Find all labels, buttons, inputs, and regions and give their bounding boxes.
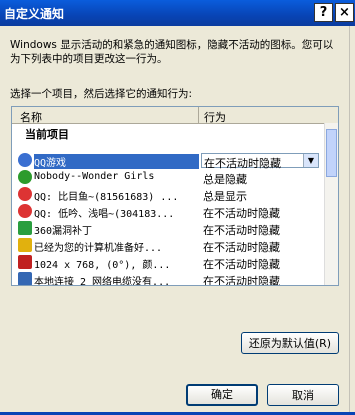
list-rows: QQ游戏 在不活动时隐藏 ▼ Nobody--Wonder Girls 总是隐藏 QQ: …	[12, 152, 324, 286]
list-header: 名称 行为	[12, 107, 338, 124]
item-behavior: 在不活动时隐藏	[203, 275, 280, 286]
description-text: Windows 显示活动的和紧急的通知图标，隐藏不活动的图标。您可以为下列表中的…	[10, 39, 334, 65]
window-title: 自定义通知	[4, 7, 65, 21]
ok-button[interactable]: 确定	[186, 384, 258, 406]
item-behavior: 总是隐藏	[203, 173, 247, 186]
item-behavior: 在不活动时隐藏	[203, 258, 280, 271]
title-bar: 自定义通知 ? ×	[0, 0, 355, 26]
item-name: Nobody--Wonder Girls	[34, 171, 155, 182]
list-item[interactable]: 本地连接 2 网络电缆没有... 在不活动时隐藏	[12, 271, 324, 286]
item-name: 1024 x 768, (0°), 颜...	[34, 260, 171, 271]
qq-penguin-icon	[18, 204, 32, 218]
item-behavior: 在不活动时隐藏	[203, 207, 280, 220]
shield-icon	[18, 221, 32, 235]
window-right-edge	[349, 26, 355, 415]
close-button[interactable]: ×	[335, 3, 354, 22]
list-item[interactable]: QQ游戏 在不活动时隐藏 ▼	[12, 152, 324, 170]
cancel-button[interactable]: 取消	[267, 384, 339, 406]
qq-game-icon	[18, 153, 32, 167]
item-name: QQ: 比目鱼~(81561683) ...	[34, 192, 179, 203]
column-divider[interactable]	[198, 107, 199, 123]
item-name: QQ游戏	[34, 154, 199, 169]
column-header-name[interactable]: 名称	[20, 109, 42, 125]
item-name: 360漏洞补丁	[34, 226, 93, 237]
group-label: 当前项目	[25, 128, 69, 141]
list-item[interactable]: 已经为您的计算机准备好... 在不活动时隐藏	[12, 237, 324, 254]
prompt-text: 选择一个项目，然后选择它的通知行为:	[10, 88, 193, 100]
chevron-down-icon[interactable]: ▼	[303, 154, 318, 167]
network-icon	[18, 272, 32, 285]
scrollbar-thumb[interactable]	[326, 129, 337, 177]
list-item[interactable]: QQ: 低吟、浅唱~(304183... 在不活动时隐藏	[12, 203, 324, 220]
item-name: 本地连接 2 网络电缆没有...	[34, 277, 171, 286]
update-icon	[18, 238, 32, 252]
list-item[interactable]: 360漏洞补丁 在不活动时隐藏	[12, 220, 324, 237]
vertical-scrollbar[interactable]	[324, 123, 338, 285]
item-behavior: 在不活动时隐藏	[203, 224, 280, 237]
restore-defaults-button[interactable]: 还原为默认值(R)	[241, 332, 339, 354]
item-behavior: 总是显示	[203, 190, 247, 203]
list-item[interactable]: QQ: 比目鱼~(81561683) ... 总是显示	[12, 186, 324, 203]
item-name: QQ: 低吟、浅唱~(304183...	[34, 209, 175, 220]
list-item[interactable]: 1024 x 768, (0°), 颜... 在不活动时隐藏	[12, 254, 324, 271]
music-icon	[18, 170, 32, 184]
notification-list[interactable]: 名称 行为 当前项目 QQ游戏 在不活动时隐藏 ▼ Nobody--Wonder Gi…	[11, 106, 339, 286]
item-name: 已经为您的计算机准备好...	[34, 243, 163, 254]
item-behavior: 在不活动时隐藏	[203, 241, 280, 254]
column-header-action[interactable]: 行为	[204, 109, 226, 125]
list-item[interactable]: Nobody--Wonder Girls 总是隐藏	[12, 169, 324, 186]
display-icon	[18, 255, 32, 269]
behavior-dropdown[interactable]: 在不活动时隐藏 ▼	[201, 153, 319, 170]
qq-penguin-icon	[18, 187, 32, 201]
help-button[interactable]: ?	[314, 3, 333, 22]
